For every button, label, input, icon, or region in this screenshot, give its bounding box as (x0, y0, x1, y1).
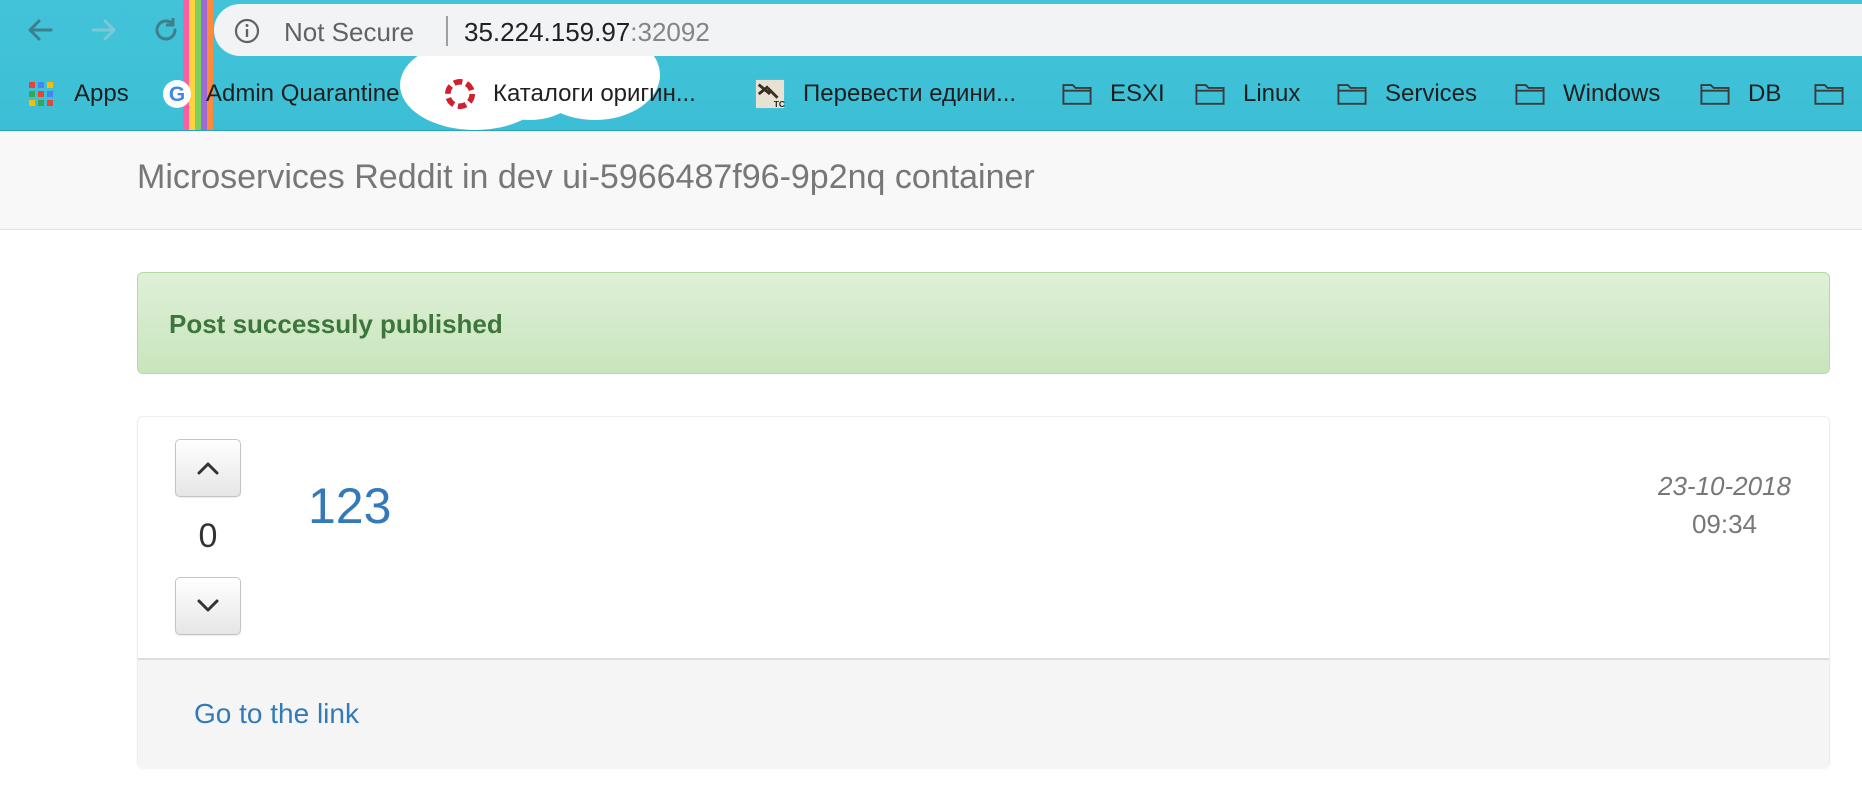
bookmark-label: Перевести едини... (803, 80, 1017, 107)
bookmark-label: Services (1385, 80, 1478, 107)
forward-button[interactable] (84, 10, 124, 50)
security-label[interactable]: Not Secure (284, 17, 414, 48)
apps-grid-icon (26, 79, 56, 109)
reload-icon (155, 18, 177, 41)
bookmark-translate[interactable]: TC Перевести едини... (755, 70, 1016, 118)
url-text[interactable]: 35.224.159.97:32092 (464, 17, 710, 48)
folder-icon (1515, 79, 1545, 109)
bookmark-label: Каталоги оригин... (493, 80, 696, 107)
navbar-brand[interactable]: Microservices Reddit in dev ui-5966487f9… (137, 158, 1035, 197)
info-icon[interactable] (234, 18, 260, 49)
bookmark-label: Admin Quarantine (206, 80, 400, 107)
bookmarks-bar: Apps G Admin Quarantine Каталоги оригин.… (0, 70, 1862, 118)
folder-icon (1337, 79, 1367, 109)
google-icon: G (162, 79, 192, 109)
downvote-button[interactable] (175, 577, 241, 635)
address-bar[interactable]: Not Secure 35.224.159.97:32092 (214, 4, 1862, 56)
omnibox-divider (446, 16, 448, 46)
bookmark-label: Linux (1243, 80, 1301, 107)
bookmark-folder-esxi[interactable]: ESXI (1062, 70, 1165, 118)
success-alert: Post successuly published (137, 272, 1830, 374)
bookmark-label: ESXI (1110, 80, 1165, 107)
chevron-down-icon (197, 599, 219, 612)
bookmark-admin-quarantine[interactable]: G Admin Quarantine (162, 70, 399, 118)
post-time: 09:34 (1691, 509, 1758, 539)
vote-count: 0 (198, 517, 218, 555)
post-panel: 0 123 23-10-2018 09:34 Go to the link (137, 416, 1830, 769)
url-port: :32092 (630, 17, 710, 47)
bookmark-folder-windows[interactable]: Windows (1515, 70, 1660, 118)
upvote-button[interactable] (175, 439, 241, 497)
bookmark-label: Windows (1563, 80, 1661, 107)
svg-text:G: G (169, 83, 185, 106)
bookmark-folder-more[interactable] (1814, 70, 1862, 118)
chevron-up-icon (197, 462, 219, 475)
post-title[interactable]: 123 (308, 477, 391, 535)
alert-message: Post successuly published (169, 309, 503, 339)
post-footer: Go to the link (138, 658, 1829, 769)
bookmark-label: DB (1748, 80, 1782, 107)
folder-icon (1814, 79, 1844, 109)
post-timestamp: 23-10-2018 09:34 (1658, 467, 1791, 543)
go-to-link[interactable]: Go to the link (194, 698, 359, 730)
bookmark-folder-services[interactable]: Services (1337, 70, 1477, 118)
lifebuoy-icon (445, 79, 475, 109)
folder-icon (1195, 79, 1225, 109)
back-button[interactable] (20, 10, 60, 50)
forward-arrow-icon (91, 19, 116, 41)
bookmark-folder-linux[interactable]: Linux (1195, 70, 1300, 118)
bookmark-folder-db[interactable]: DB (1700, 70, 1781, 118)
bookmark-apps[interactable]: Apps (26, 70, 129, 118)
url-host: 35.224.159.97 (464, 17, 631, 47)
bookmark-catalogs[interactable]: Каталоги оригин... (445, 70, 696, 118)
folder-icon (1700, 79, 1730, 109)
post-date: 23-10-2018 (1658, 471, 1791, 501)
back-arrow-icon (28, 19, 53, 41)
translate-tc-icon: TC (755, 79, 785, 109)
reload-button[interactable] (146, 10, 186, 50)
svg-text:TC: TC (774, 99, 785, 109)
browser-chrome: Not Secure 35.224.159.97:32092 Apps G Ad… (0, 0, 1862, 131)
bookmark-label: Apps (74, 80, 129, 107)
navbar: Microservices Reddit in dev ui-5966487f9… (0, 131, 1862, 230)
folder-icon (1062, 79, 1092, 109)
